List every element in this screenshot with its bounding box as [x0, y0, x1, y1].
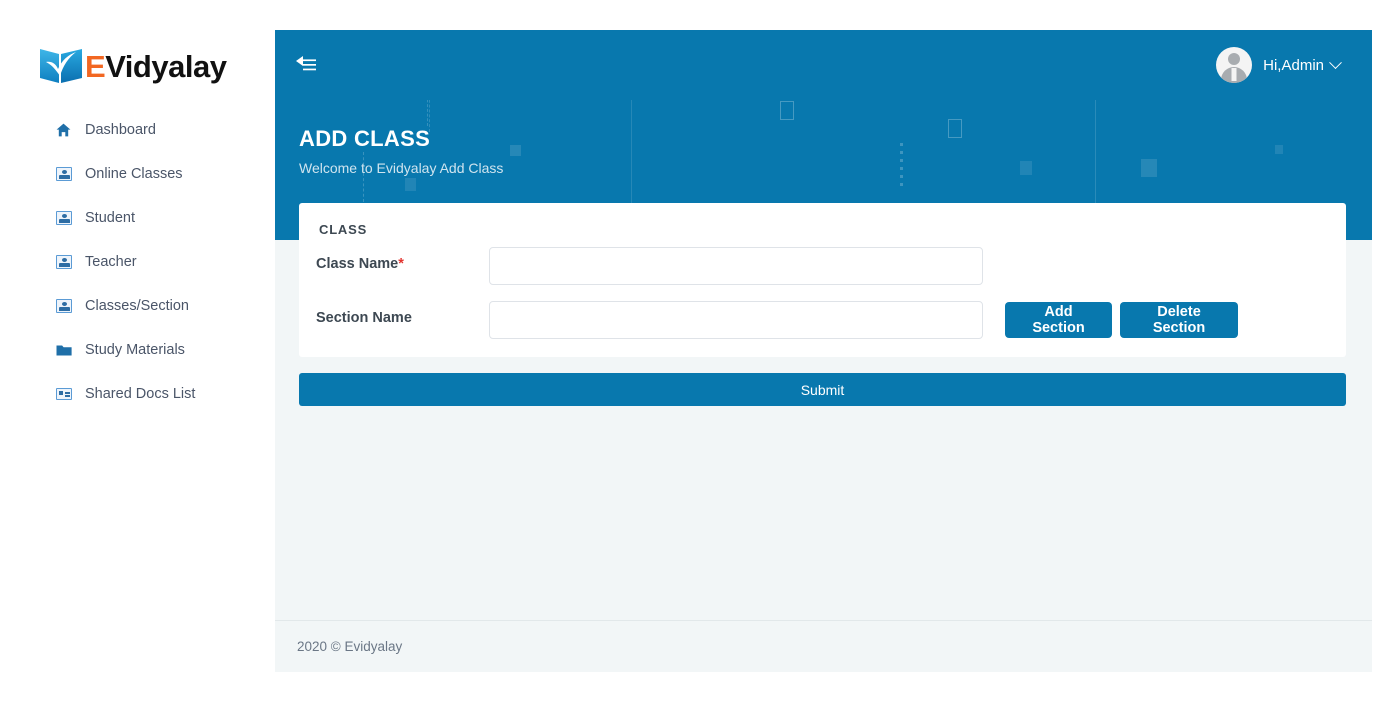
banner-decoration — [900, 143, 903, 146]
banner-decoration — [427, 100, 428, 126]
application-root: EVidyalay Dashboard Online Classes Stude… — [0, 0, 1400, 728]
folder-icon — [55, 343, 72, 358]
sidebar-item-label: Teacher — [85, 253, 137, 270]
class-form-card: CLASS Class Name* Section Name Add Secti… — [299, 203, 1346, 357]
brand-name-rest: Vidyalay — [105, 48, 227, 84]
sidebar: EVidyalay Dashboard Online Classes Stude… — [0, 0, 275, 728]
sidebar-item-label: Classes/Section — [85, 297, 189, 314]
sidebar-item-label: Student — [85, 209, 135, 226]
sidebar-item-study-materials[interactable]: Study Materials — [0, 328, 275, 372]
brand-wordmark: EVidyalay — [85, 48, 227, 84]
sidebar-item-label: Shared Docs List — [85, 385, 196, 402]
sidebar-item-label: Dashboard — [85, 121, 156, 138]
banner-decoration — [1141, 159, 1157, 177]
page-title: ADD CLASS — [299, 126, 431, 151]
banner-decoration — [780, 101, 794, 120]
top-header-bar: Hi,Admin — [275, 30, 1372, 100]
sidebar-nav: Dashboard Online Classes Student Teacher… — [0, 108, 275, 416]
class-name-input[interactable] — [489, 247, 983, 285]
sidebar-item-online-classes[interactable]: Online Classes — [0, 152, 275, 196]
sidebar-item-label: Online Classes — [85, 165, 183, 182]
brand-accent-letter: E — [85, 48, 106, 84]
banner-decoration — [405, 178, 416, 191]
class-name-label: Class Name* — [316, 256, 404, 272]
page-subtitle: Welcome to Evidyalay Add Class — [299, 160, 504, 176]
submit-button[interactable]: Submit — [299, 373, 1346, 406]
brand-logo[interactable]: EVidyalay — [38, 40, 227, 92]
open-book-icon — [38, 45, 84, 87]
banner-decoration — [948, 119, 962, 138]
banner-decoration — [1020, 161, 1032, 175]
section-name-input[interactable] — [489, 301, 983, 339]
home-icon — [55, 123, 72, 138]
footer-copyright: 2020 © Evidyalay — [297, 639, 403, 654]
required-marker: * — [398, 256, 404, 272]
menu-collapse-left-icon[interactable] — [293, 54, 321, 76]
sidebar-item-classes-section[interactable]: Classes/Section — [0, 284, 275, 328]
form-row-section-name: Section Name Add Section Delete Section — [299, 301, 1346, 339]
banner-decoration — [510, 145, 521, 156]
footer: 2020 © Evidyalay — [275, 620, 1372, 672]
banner-decoration — [1275, 145, 1283, 154]
sidebar-item-student[interactable]: Student — [0, 196, 275, 240]
user-menu[interactable]: Hi,Admin — [1216, 43, 1342, 87]
broken-image-icon — [55, 211, 72, 226]
delete-section-button[interactable]: Delete Section — [1120, 302, 1238, 338]
sidebar-item-label: Study Materials — [85, 341, 185, 358]
chevron-down-icon[interactable] — [1329, 55, 1342, 69]
sidebar-item-teacher[interactable]: Teacher — [0, 240, 275, 284]
broken-image-icon — [55, 255, 72, 270]
broken-image-icon — [55, 167, 72, 182]
section-name-label: Section Name — [316, 310, 412, 326]
broken-image-icon — [55, 299, 72, 314]
form-row-class-name: Class Name* — [299, 247, 1346, 285]
broken-doc-icon — [55, 387, 72, 402]
user-name-label: Hi,Admin — [1263, 56, 1324, 74]
add-section-button[interactable]: Add Section — [1005, 302, 1112, 338]
sidebar-item-shared-docs-list[interactable]: Shared Docs List — [0, 372, 275, 416]
user-avatar-icon — [1216, 47, 1253, 83]
sidebar-item-dashboard[interactable]: Dashboard — [0, 108, 275, 152]
card-title: CLASS — [319, 222, 368, 237]
